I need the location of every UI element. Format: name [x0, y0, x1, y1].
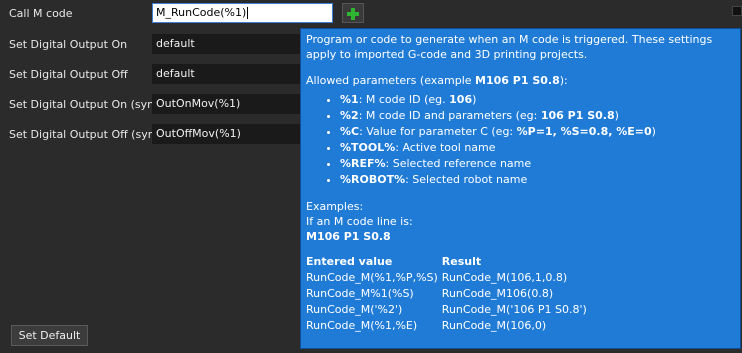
param-item: %ROBOT%: Selected robot name: [340, 172, 735, 188]
allowed-example: M106 P1 S0.8: [475, 74, 560, 87]
set-default-button[interactable]: Set Default: [11, 325, 88, 346]
allowed-suffix: ):: [559, 74, 568, 87]
table-cell: RunCode_M(%1,%P,%S): [306, 271, 438, 284]
examples-line: If an M code line is:: [306, 215, 413, 228]
allowed-prefix: Allowed parameters (example: [306, 74, 476, 87]
table-cell: RunCode_M(106,0): [441, 319, 547, 332]
table-cell: RunCode_M%1(%S): [306, 287, 414, 300]
call-m-code-value: M_RunCode(%1): [156, 6, 247, 19]
help-tooltip: Program or code to generate when an M co…: [300, 28, 741, 349]
label-digital-out-off: Set Digital Output Off: [9, 68, 128, 81]
examples-table: Entered value Result RunCode_M(%1,%P,%S)…: [306, 254, 591, 334]
param-item: %REF%: Selected reference name: [340, 156, 735, 172]
table-cell: RunCode_M('%2'): [306, 303, 403, 316]
tooltip-intro: Program or code to generate when an M co…: [306, 33, 713, 61]
add-button[interactable]: [342, 3, 364, 23]
text-caret: [247, 7, 249, 19]
param-item: %TOOL%: Active tool name: [340, 140, 735, 156]
label-call-m-code: Call M code: [9, 7, 73, 20]
table-header: Result: [441, 255, 482, 268]
call-m-code-input[interactable]: M_RunCode(%1): [152, 3, 333, 23]
table-cell: RunCode_M(%1,%E): [306, 319, 418, 332]
table-header-row: Entered value Result: [306, 254, 591, 270]
table-row: RunCode_M('%2') RunCode_M('106 P1 S0.8'): [306, 302, 591, 318]
tooltip-allowed-params: Allowed parameters (example M106 P1 S0.8…: [306, 73, 735, 88]
param-item: %C: Value for parameter C (eg: %P=1, %S=…: [340, 124, 735, 140]
label-digital-out-on: Set Digital Output On: [9, 38, 128, 51]
label-digital-out-off-sync: Set Digital Output Off (sync): [9, 128, 166, 141]
param-item: %2: M code ID and parameters (eg: 106 P1…: [340, 108, 735, 124]
table-header: Entered value: [306, 255, 393, 268]
param-list: %1: M code ID (eg. 106) %2: M code ID an…: [306, 92, 735, 188]
panel-corner-box[interactable]: [732, 6, 742, 16]
table-row: RunCode_M(%1,%E) RunCode_M(106,0): [306, 318, 591, 334]
examples-title: Examples:: [306, 200, 364, 213]
table-row: RunCode_M(%1,%P,%S) RunCode_M(106,1,0.8): [306, 270, 591, 286]
table-row: RunCode_M%1(%S) RunCode_M106(0.8): [306, 286, 591, 302]
table-cell: RunCode_M(106,1,0.8): [441, 271, 568, 284]
table-cell: RunCode_M('106 P1 S0.8'): [441, 303, 587, 316]
label-digital-out-on-sync: Set Digital Output On (sync): [9, 98, 165, 111]
examples-code: M106 P1 S0.8: [306, 230, 391, 243]
param-item: %1: M code ID (eg. 106): [340, 92, 735, 108]
table-cell: RunCode_M106(0.8): [441, 287, 554, 300]
